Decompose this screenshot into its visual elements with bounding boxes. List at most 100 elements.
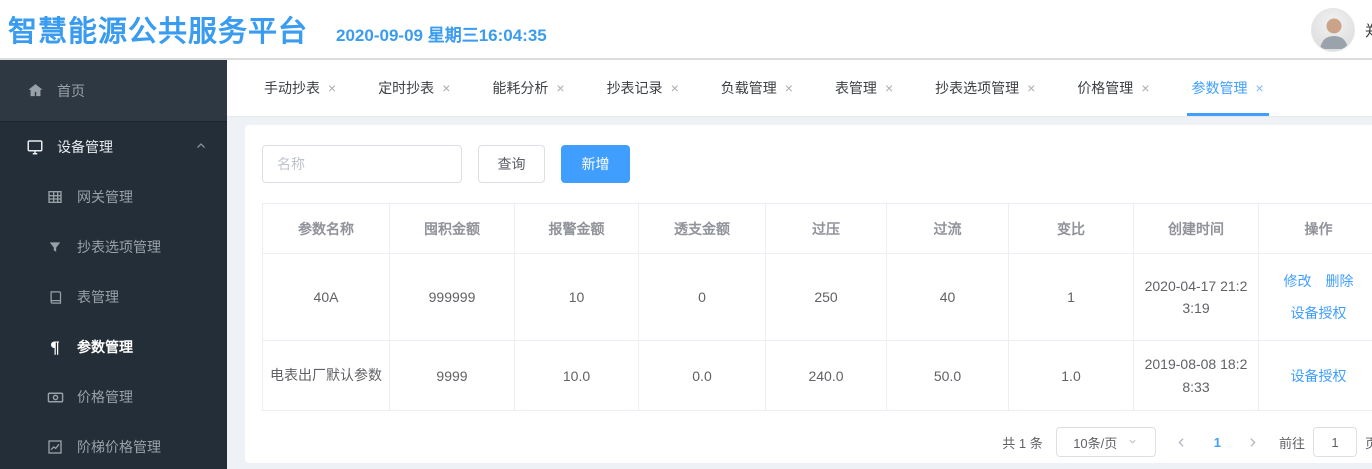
datetime-text: 2020-09-09 星期三16:04:35 bbox=[336, 25, 547, 45]
close-icon[interactable]: × bbox=[1027, 80, 1035, 96]
sidebar-item-tiered-price-mgmt[interactable]: 阶梯价格管理 bbox=[0, 422, 227, 469]
cell-actions: 修改 删除 设备授权 bbox=[1258, 253, 1372, 341]
user-name: 郑 bbox=[1365, 20, 1372, 41]
tab-meter-option-mgmt[interactable]: 抄表选项管理 × bbox=[914, 60, 1056, 116]
content-card: 查询 新增 参数名称 囤积金额 报警金额 透支金额 过压 过流 bbox=[245, 125, 1372, 463]
tab-table-mgmt[interactable]: 表管理 × bbox=[814, 60, 914, 116]
sidebar-item-table-mgmt[interactable]: 表管理 bbox=[0, 272, 227, 322]
tab-label: 手动抄表 bbox=[264, 80, 320, 96]
sidebar-item-param-mgmt[interactable]: ¶ 参数管理 bbox=[0, 322, 227, 372]
tab-param-mgmt[interactable]: 参数管理 × bbox=[1171, 60, 1285, 116]
device-authorize-link[interactable]: 设备授权 bbox=[1291, 366, 1347, 386]
close-icon[interactable]: × bbox=[442, 80, 450, 96]
search-input[interactable] bbox=[262, 145, 462, 183]
sidebar-item-label: 价格管理 bbox=[77, 389, 133, 405]
cell-ratio: 1 bbox=[1008, 253, 1134, 341]
sidebar-item-label: 表管理 bbox=[77, 289, 119, 305]
cell-param-name: 40A bbox=[262, 253, 390, 341]
tab-timed-reading[interactable]: 定时抄表 × bbox=[357, 60, 471, 116]
table-header-row: 参数名称 囤积金额 报警金额 透支金额 过压 过流 变比 创建时间 操作 bbox=[262, 203, 1372, 254]
close-icon[interactable]: × bbox=[556, 80, 564, 96]
total-count: 共 1 条 bbox=[1002, 435, 1043, 451]
page-number[interactable]: 1 bbox=[1208, 435, 1227, 450]
tab-price-mgmt[interactable]: 价格管理 × bbox=[1056, 60, 1170, 116]
tab-label: 抄表选项管理 bbox=[935, 80, 1020, 96]
sidebar-item-label: 参数管理 bbox=[77, 339, 133, 355]
page-size-value: 10条/页 bbox=[1073, 435, 1118, 451]
tab-label: 负载管理 bbox=[720, 80, 777, 96]
edit-link[interactable]: 修改 bbox=[1284, 271, 1312, 291]
cell-overdraft-amount: 0.0 bbox=[638, 340, 766, 411]
cell-alarm-amount: 10.0 bbox=[514, 340, 639, 411]
goto-page: 前往 页 bbox=[1279, 427, 1372, 457]
col-overdraft-amount: 透支金额 bbox=[638, 203, 766, 254]
sidebar-group-device-mgmt[interactable]: 设备管理 bbox=[0, 122, 227, 172]
close-icon[interactable]: × bbox=[1141, 80, 1149, 96]
col-overvoltage: 过压 bbox=[765, 203, 887, 254]
col-param-name: 参数名称 bbox=[262, 203, 390, 254]
sidebar-item-meter-option-mgmt[interactable]: 抄表选项管理 bbox=[0, 222, 227, 272]
tab-label: 定时抄表 bbox=[378, 80, 435, 96]
user-menu[interactable]: 郑 bbox=[1310, 8, 1372, 52]
tab-manual-reading[interactable]: 手动抄表 × bbox=[243, 60, 357, 116]
delete-link[interactable]: 删除 bbox=[1326, 271, 1354, 291]
cell-param-name: 电表出厂默认参数 bbox=[262, 340, 390, 411]
cell-overdraft-amount: 0 bbox=[638, 253, 766, 341]
params-table: 参数名称 囤积金额 报警金额 透支金额 过压 过流 变比 创建时间 操作 40A bbox=[262, 203, 1372, 411]
device-authorize-link[interactable]: 设备授权 bbox=[1291, 303, 1347, 323]
tab-label: 表管理 bbox=[834, 80, 877, 96]
tab-label: 能耗分析 bbox=[492, 80, 549, 96]
close-icon[interactable]: × bbox=[785, 80, 793, 96]
chevron-down-icon bbox=[1127, 435, 1138, 450]
query-button[interactable]: 查询 bbox=[478, 145, 545, 183]
cell-overcurrent: 50.0 bbox=[886, 340, 1009, 411]
col-actions: 操作 bbox=[1258, 203, 1372, 254]
cell-overcurrent: 40 bbox=[886, 253, 1009, 341]
sidebar-item-price-mgmt[interactable]: 价格管理 bbox=[0, 372, 227, 422]
page-size-select[interactable]: 10条/页 bbox=[1055, 427, 1156, 457]
book-icon bbox=[46, 288, 64, 306]
close-icon[interactable]: × bbox=[671, 80, 679, 96]
cell-created-time: 2019-08-08 18:28:33 bbox=[1133, 340, 1259, 411]
cell-ratio: 1.0 bbox=[1008, 340, 1134, 411]
tab-label: 抄表记录 bbox=[606, 80, 663, 96]
prev-page-button[interactable] bbox=[1169, 427, 1195, 457]
banknote-icon bbox=[46, 388, 64, 406]
chevron-up-icon bbox=[195, 139, 207, 155]
cell-alarm-amount: 10 bbox=[514, 253, 639, 341]
goto-page-input[interactable] bbox=[1312, 427, 1357, 457]
next-page-button[interactable] bbox=[1240, 427, 1266, 457]
sidebar: 首页 设备管理 网关管理 抄表选项管理 表管理 ¶ 参数管理 价格管理 阶梯价格… bbox=[0, 60, 227, 469]
close-icon[interactable]: × bbox=[885, 80, 893, 96]
sidebar-group-label: 设备管理 bbox=[57, 139, 113, 155]
avatar[interactable] bbox=[1310, 8, 1355, 52]
pagination: 共 1 条 10条/页 1 前往 1 页 bbox=[262, 427, 1372, 457]
add-button[interactable]: 新增 bbox=[561, 145, 630, 183]
app-title: 智慧能源公共服务平台 bbox=[8, 16, 309, 48]
sidebar-item-gateway-mgmt[interactable]: 网关管理 bbox=[0, 172, 227, 222]
tab-bar: 手动抄表 × 定时抄表 × 能耗分析 × 抄表记录 × 负载管理 × 表管理 × bbox=[227, 60, 1372, 117]
close-icon[interactable]: × bbox=[328, 80, 336, 96]
cell-hoard-amount: 9999 bbox=[389, 340, 515, 411]
tab-energy-analysis[interactable]: 能耗分析 × bbox=[471, 60, 585, 116]
monitor-icon bbox=[26, 138, 44, 156]
home-icon bbox=[26, 82, 44, 100]
table-row: 40A 999999 10 0 250 40 1 2020-04-17 21:2… bbox=[262, 253, 1372, 341]
cell-hoard-amount: 999999 bbox=[389, 253, 515, 341]
close-icon[interactable]: × bbox=[1256, 80, 1264, 96]
cell-overvoltage: 250 bbox=[765, 253, 887, 341]
col-ratio: 变比 bbox=[1008, 203, 1134, 254]
col-overcurrent: 过流 bbox=[886, 203, 1009, 254]
table-row: 电表出厂默认参数 9999 10.0 0.0 240.0 50.0 1.0 20… bbox=[262, 340, 1372, 411]
page-unit-label: 页 bbox=[1364, 435, 1372, 451]
sidebar-item-label: 抄表选项管理 bbox=[77, 239, 161, 255]
tab-reading-records[interactable]: 抄表记录 × bbox=[586, 60, 700, 116]
col-hoard-amount: 囤积金额 bbox=[389, 203, 515, 254]
goto-label: 前往 bbox=[1278, 435, 1305, 451]
sidebar-item-home[interactable]: 首页 bbox=[0, 60, 227, 122]
toolbar: 查询 新增 bbox=[262, 145, 1372, 183]
tab-label: 参数管理 bbox=[1191, 80, 1248, 96]
col-alarm-amount: 报警金额 bbox=[514, 203, 639, 254]
tab-load-mgmt[interactable]: 负载管理 × bbox=[700, 60, 814, 116]
sidebar-item-label: 首页 bbox=[57, 82, 85, 99]
